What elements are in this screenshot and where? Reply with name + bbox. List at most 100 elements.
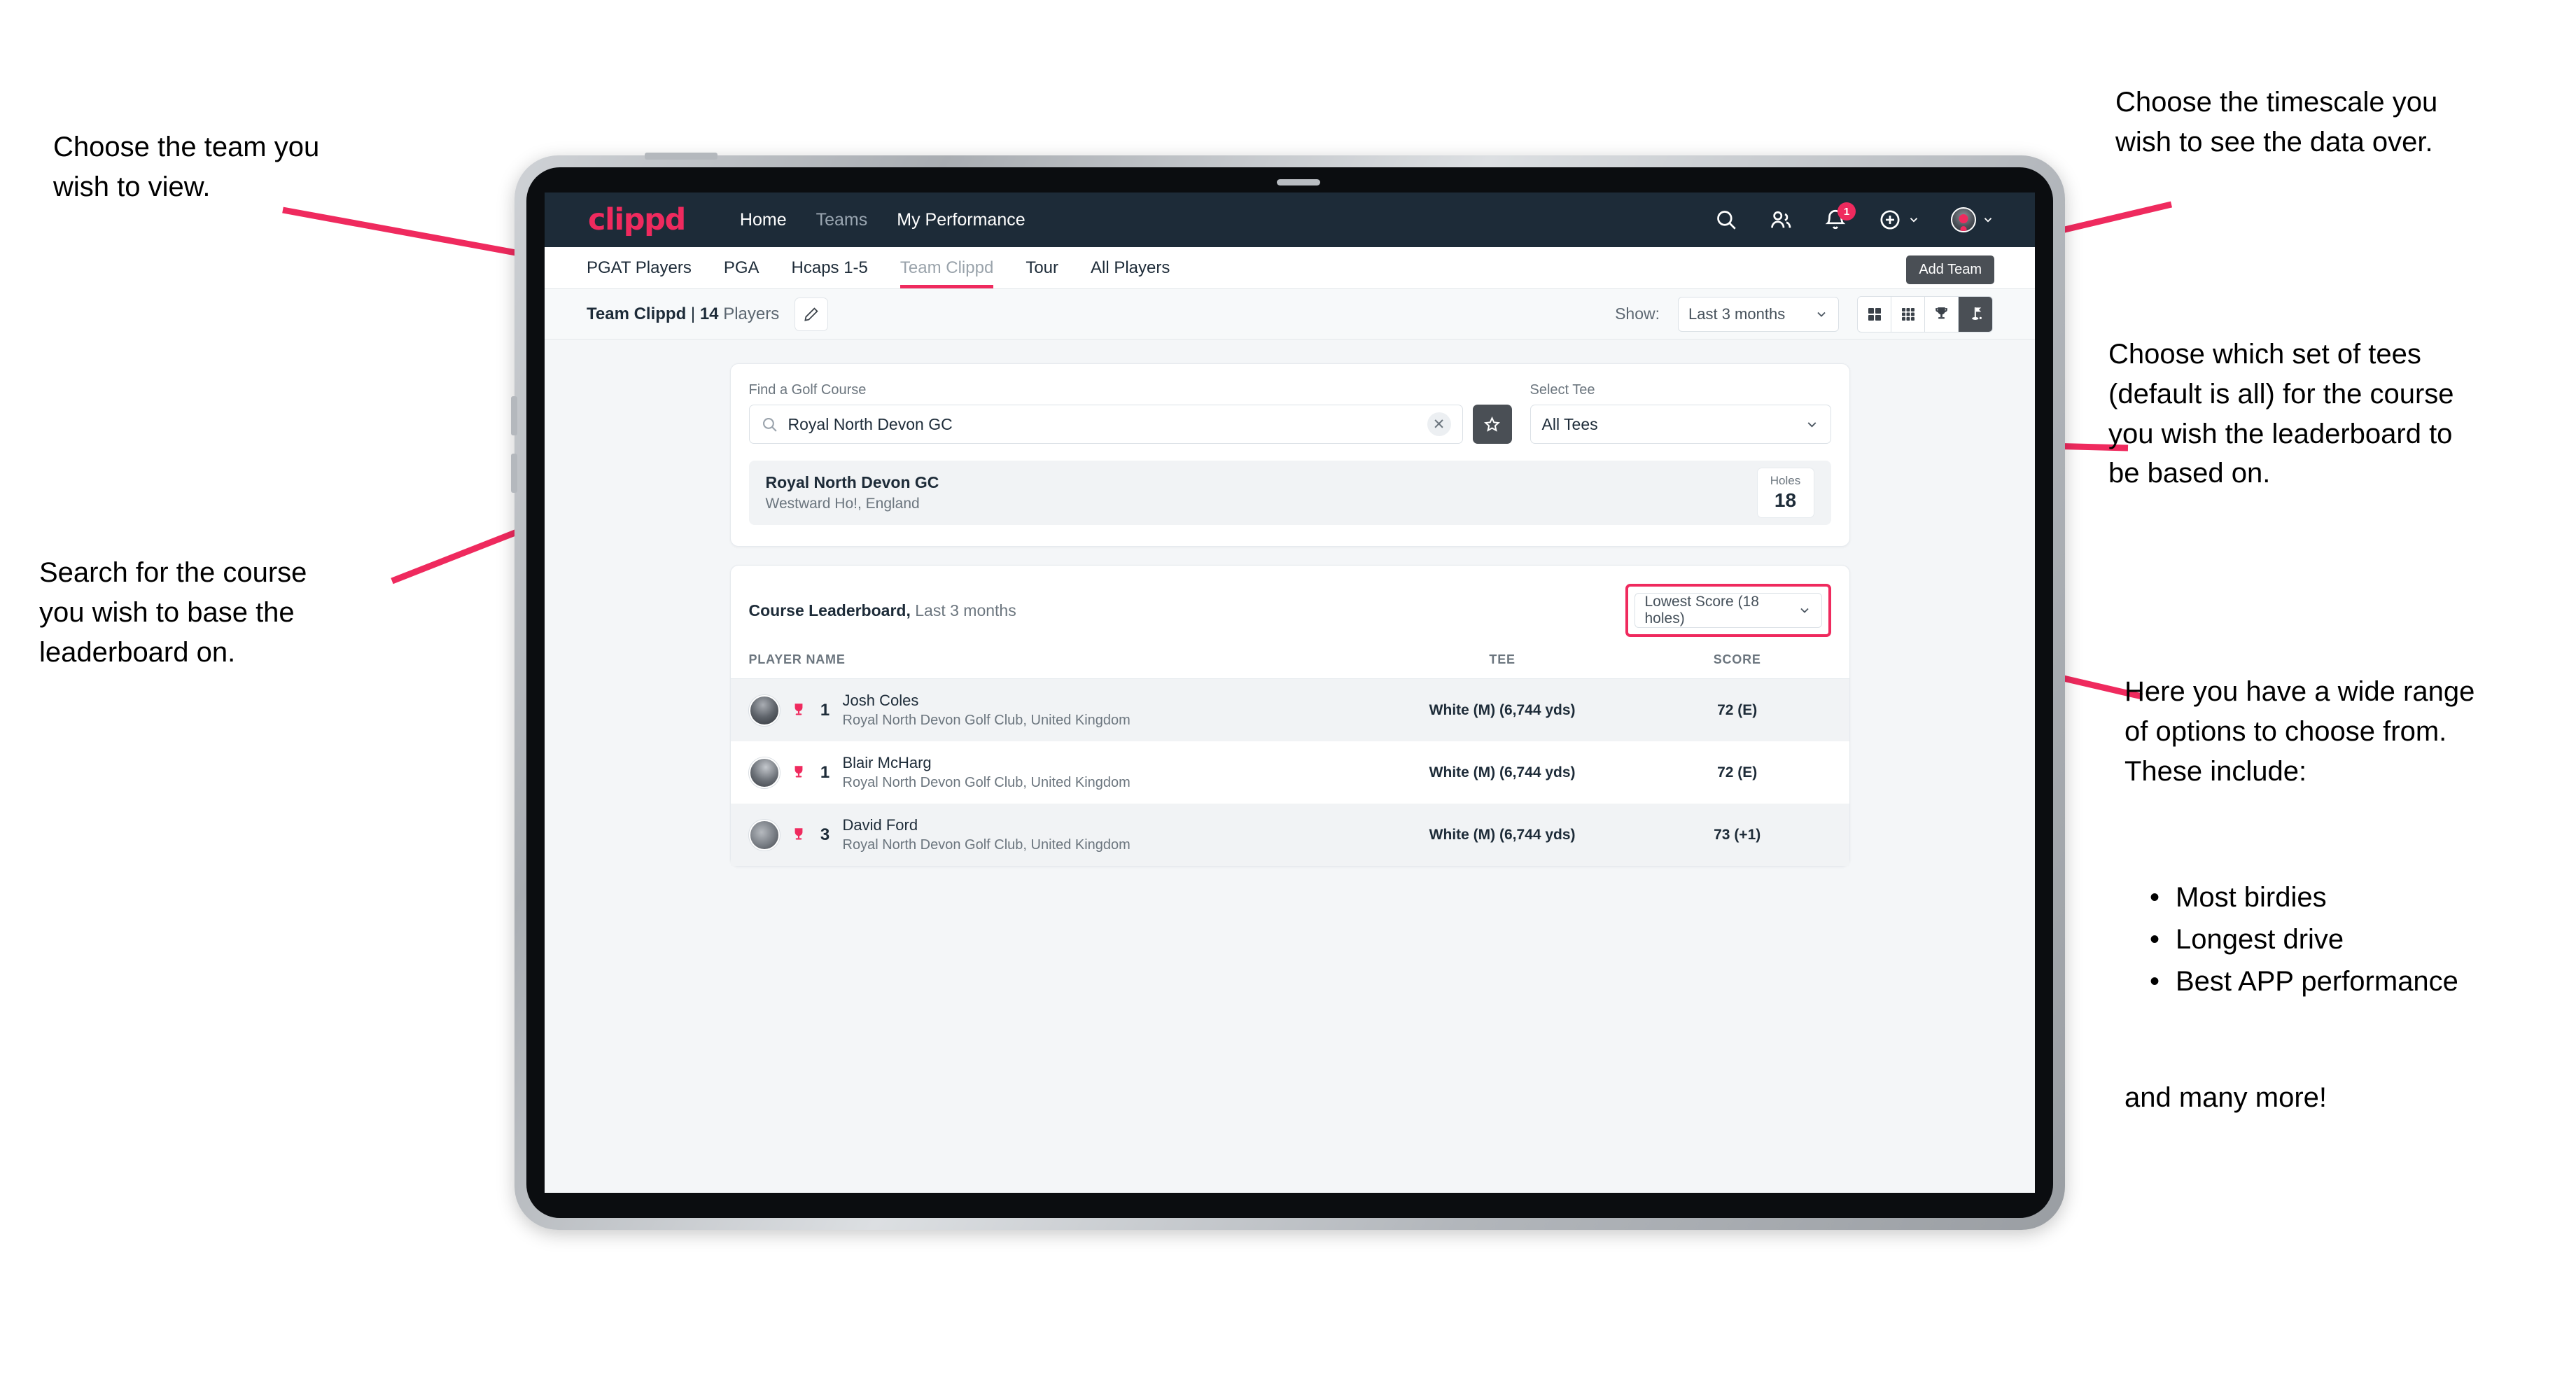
grid-nine-icon <box>1901 307 1914 321</box>
holes-label: Holes <box>1770 474 1801 487</box>
leaderboard-metric-value: Lowest Score (18 holes) <box>1644 594 1759 626</box>
player-name: David Ford <box>842 816 918 834</box>
course-result-text: Royal North Devon GC Westward Ho!, Engla… <box>766 473 939 512</box>
table-header-row: PLAYER NAME TEE SCORE <box>730 652 1849 679</box>
player-club: Royal North Devon Golf Club, United King… <box>842 837 1130 853</box>
leaderboard-title-main: Course Leaderboard, <box>748 601 911 620</box>
toolbar-right: Show: Last 3 months <box>1615 295 1993 332</box>
edit-team-button[interactable] <box>794 297 829 331</box>
player-info: Josh Coles Royal North Devon Golf Club, … <box>843 692 1130 729</box>
chevron-down-icon <box>1984 218 1992 223</box>
trophy-icon <box>794 765 802 777</box>
course-search-card: Find a Golf Course Royal North Devon GC … <box>729 363 1850 547</box>
tee-select-column: Select Tee All Tees <box>1530 382 1831 444</box>
search-row: Find a Golf Course Royal North Devon GC … <box>748 382 1831 444</box>
app-header: clippd Home Teams My Performance 1 <box>545 192 2035 247</box>
annotation-bottom-right-bullets: • Most birdies • Longest drive • Best AP… <box>2149 876 2576 1002</box>
player-name: Blair McHarg <box>842 754 932 771</box>
avatar-icon[interactable] <box>1951 207 1994 232</box>
team-name: Team Clippd <box>587 304 687 323</box>
clear-search-button[interactable]: ✕ <box>1427 412 1451 436</box>
annotation-bottom-right-intro: Here you have a wide range of options to… <box>2124 676 2475 787</box>
course-search-input[interactable]: Royal North Devon GC ✕ <box>748 405 1463 444</box>
leaderboard-table: PLAYER NAME TEE SCORE 1 Josh Coles Royal… <box>730 652 1849 866</box>
tee-select-label: Select Tee <box>1530 382 1595 398</box>
view-trophy-button[interactable] <box>1925 296 1959 332</box>
annotation-mid-right: Choose which set of tees (default is all… <box>2108 339 2454 489</box>
avatar <box>748 757 780 788</box>
course-search-label: Find a Golf Course <box>748 382 867 398</box>
player-club: Royal North Devon Golf Club, United King… <box>842 775 1130 790</box>
page-content: Find a Golf Course Royal North Devon GC … <box>545 340 2035 867</box>
tab-team-clippd[interactable]: Team Clippd <box>899 247 994 288</box>
tablet-device-frame: clippd Home Teams My Performance 1 PGAT … <box>511 153 2065 1230</box>
chevron-down-icon <box>1817 312 1826 317</box>
search-icon <box>762 417 777 432</box>
view-golf-flag-button[interactable] <box>1959 296 1992 332</box>
tab-hcaps-1-5[interactable]: Hcaps 1-5 <box>792 247 868 288</box>
course-result-location: Westward Ho!, England <box>765 496 920 512</box>
team-summary: Team Clippd | 14 Players <box>587 304 779 324</box>
bullet-dot: • <box>2149 924 2160 955</box>
player-club: Royal North Devon Golf Club, United King… <box>842 713 1130 728</box>
team-separator: | <box>690 304 696 323</box>
team-toolbar: Team Clippd | 14 Players Show: Last 3 mo… <box>545 289 2035 340</box>
notification-badge: 1 <box>1837 202 1856 220</box>
table-row[interactable]: 1 Blair McHarg Royal North Devon Golf Cl… <box>731 741 1849 804</box>
view-grid-nine-button[interactable] <box>1891 296 1925 332</box>
tablet-bezel: clippd Home Teams My Performance 1 PGAT … <box>526 167 2053 1218</box>
leaderboard-header: Course Leaderboard, Last 3 months Lowest… <box>731 566 1849 652</box>
search-icon[interactable] <box>1714 208 1738 232</box>
people-icon[interactable] <box>1769 208 1793 232</box>
bullet-label: Longest drive <box>2176 924 2344 955</box>
nav-item-home[interactable]: Home <box>740 210 787 230</box>
header-actions: 1 <box>1714 202 1994 232</box>
pencil-icon <box>804 307 818 321</box>
tablet-power-button <box>511 454 517 493</box>
course-search-value: Royal North Devon GC <box>788 414 953 433</box>
course-result-row[interactable]: Royal North Devon GC Westward Ho!, Engla… <box>748 461 1831 525</box>
table-row[interactable]: 1 Josh Coles Royal North Devon Golf Club… <box>730 678 1849 741</box>
course-result-name: Royal North Devon GC <box>765 473 939 491</box>
column-score: SCORE <box>1625 652 1849 679</box>
plus-circle-icon[interactable] <box>1878 208 1920 232</box>
player-score: 73 (+1) <box>1625 804 1849 866</box>
trophy-icon <box>794 703 802 715</box>
tab-pga[interactable]: PGA <box>724 247 760 288</box>
player-score: 72 (E) <box>1717 764 1758 780</box>
leaderboard-table-body: 1 Josh Coles Royal North Devon Golf Club… <box>730 678 1849 866</box>
tab-pgat-players[interactable]: PGAT Players <box>587 247 692 288</box>
bullet-label: Most birdies <box>2176 882 2327 913</box>
holes-value: 18 <box>1774 489 1797 511</box>
view-grid-four-button[interactable] <box>1858 296 1891 332</box>
timescale-select[interactable]: Last 3 months <box>1678 296 1839 332</box>
player-tee: White (M) (6,744 yds) <box>1379 678 1625 741</box>
tee-select[interactable]: All Tees <box>1530 405 1831 444</box>
timescale-value: Last 3 months <box>1688 304 1786 323</box>
table-row[interactable]: 3 David Ford Royal North Devon Golf Club… <box>730 804 1849 866</box>
screenshot-root: Choose the team you wish to view. Choose… <box>0 0 2576 1386</box>
annotation-top-left: Choose the team you wish to view. <box>53 132 320 202</box>
player-rank: 3 <box>820 825 830 844</box>
tab-tour[interactable]: Tour <box>1026 247 1058 288</box>
nav-item-teams[interactable]: Teams <box>816 210 868 230</box>
trophy-icon <box>1935 307 1947 319</box>
column-player-name: PLAYER NAME <box>730 652 1380 679</box>
course-leaderboard-card: Course Leaderboard, Last 3 months Lowest… <box>729 565 1850 867</box>
bell-icon[interactable]: 1 <box>1823 202 1856 232</box>
main-nav: Home Teams My Performance <box>740 210 1026 230</box>
chevron-down-icon <box>1807 421 1816 427</box>
leaderboard-metric-select[interactable]: Lowest Score (18 holes) <box>1634 593 1822 628</box>
annotation-bottom-right-outro: and many more! <box>2124 1082 2328 1113</box>
golf-flag-icon <box>1971 307 1982 320</box>
nav-item-my-performance[interactable]: My Performance <box>897 210 1025 230</box>
players-word: Players <box>723 304 780 323</box>
clippd-logo[interactable]: clippd <box>588 204 686 235</box>
leaderboard-table-head: PLAYER NAME TEE SCORE <box>730 652 1849 679</box>
player-cell: 3 David Ford Royal North Devon Golf Club… <box>730 804 1380 866</box>
player-tee: White (M) (6,744 yds) <box>1379 804 1625 866</box>
favourite-course-button[interactable] <box>1472 405 1512 444</box>
avatar <box>748 694 780 726</box>
tablet-top-button <box>645 153 718 160</box>
tab-all-players[interactable]: All Players <box>1091 247 1170 288</box>
